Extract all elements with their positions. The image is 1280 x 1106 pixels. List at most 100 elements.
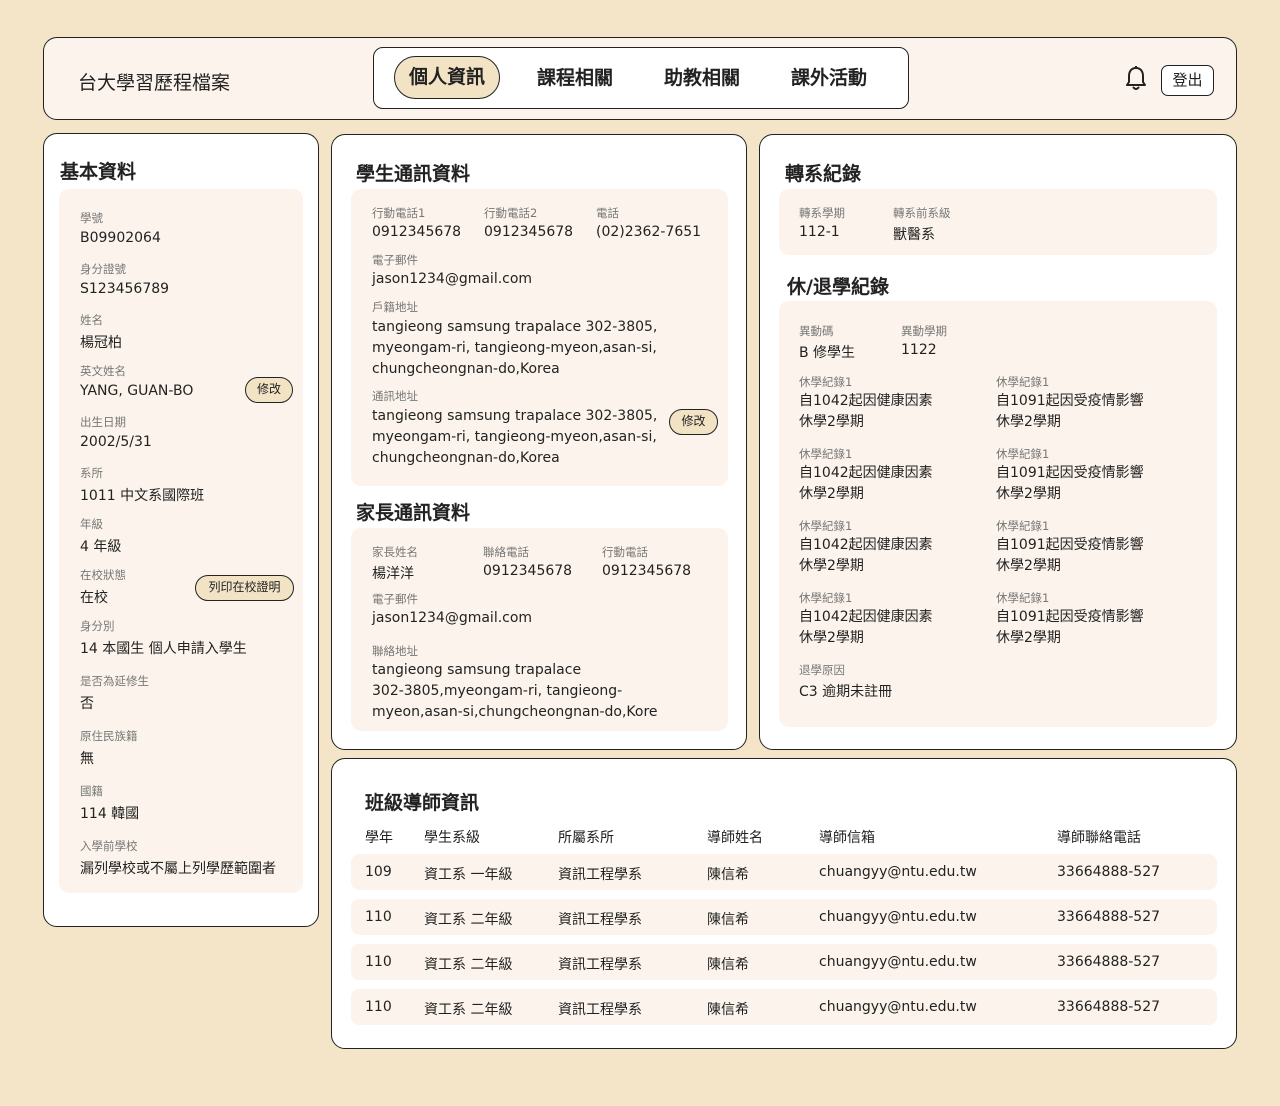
- table-cell: chuangyy@ntu.edu.tw: [819, 909, 977, 925]
- edit-english-name-button[interactable]: 修改: [245, 377, 293, 403]
- table-row: 110 資工系 二年級 資訊工程學系 陳信希 chuangyy@ntu.edu.…: [351, 989, 1217, 1025]
- table-cell: 110: [365, 909, 392, 925]
- leave-record-label: 休學紀錄1: [799, 375, 853, 389]
- table-cell: 資工系 二年級: [424, 957, 513, 973]
- table-cell: chuangyy@ntu.edu.tw: [819, 864, 977, 880]
- identity-type-value: 14 本國生 個人申請入學生: [80, 641, 247, 657]
- english-name-value: YANG, GUAN-BO: [80, 383, 194, 399]
- leave-record-value: 自1091起因受疫情影響 休學2學期: [996, 465, 1144, 502]
- table-cell: 資工系 二年級: [424, 1002, 513, 1018]
- withdraw-reason-value: C3 逾期未註冊: [799, 684, 893, 700]
- leave-record-value: 自1091起因受疫情影響 休學2學期: [996, 609, 1144, 646]
- indigenous-value: 無: [80, 751, 94, 767]
- tab-personal-info[interactable]: 個人資訊: [394, 56, 501, 99]
- tab-extracurricular[interactable]: 課外活動: [777, 56, 881, 100]
- table-row: 110 資工系 二年級 資訊工程學系 陳信希 chuangyy@ntu.edu.…: [351, 899, 1217, 935]
- field-label: 在校狀態: [80, 568, 126, 582]
- student-contact-title: 學生通訊資料: [356, 163, 471, 185]
- table-cell: 110: [365, 954, 392, 970]
- mentor-card: 班級導師資訊 學年 學生系級 所屬系所 導師姓名 導師信箱 導師聯絡電話 109…: [331, 758, 1237, 1049]
- field-label: 行動電話: [602, 545, 648, 559]
- parent-name-value: 楊洋洋: [372, 566, 414, 582]
- mobile2-value: 0912345678: [484, 224, 574, 240]
- transfer-term-value: 112-1: [799, 224, 840, 240]
- table-cell: 資訊工程學系: [558, 1002, 642, 1018]
- field-label: 身分證號: [80, 262, 126, 276]
- table-row: 109 資工系 一年級 資訊工程學系 陳信希 chuangyy@ntu.edu.…: [351, 854, 1217, 890]
- edit-address-button[interactable]: 修改: [669, 409, 718, 435]
- leave-record-value: 自1091起因受疫情影響 休學2學期: [996, 537, 1144, 574]
- leave-record-label: 休學紀錄1: [996, 375, 1050, 389]
- field-label: 聯絡電話: [483, 545, 529, 559]
- previous-school-value: 漏列學校或不屬上列學歷範圍者: [80, 861, 276, 877]
- table-cell: 110: [365, 999, 392, 1015]
- field-label: 是否為延修生: [80, 674, 149, 688]
- leave-panel: 異動碼 B 修學生 異動學期 1122 休學紀錄1 自1042起因健康因素 休學2…: [779, 301, 1217, 727]
- field-label: 姓名: [80, 313, 103, 327]
- logout-button[interactable]: 登出: [1161, 65, 1214, 96]
- tab-ta[interactable]: 助教相關: [650, 56, 754, 100]
- field-label: 電子郵件: [372, 253, 418, 267]
- table-cell: 資訊工程學系: [558, 912, 642, 928]
- table-cell: chuangyy@ntu.edu.tw: [819, 999, 977, 1015]
- field-label: 年級: [80, 517, 103, 531]
- field-label: 出生日期: [80, 415, 126, 429]
- col-header-class: 學生系級: [424, 830, 480, 846]
- table-cell: 資訊工程學系: [558, 867, 642, 883]
- grade-value: 4 年級: [80, 539, 122, 555]
- tab-courses[interactable]: 課程相關: [523, 56, 627, 100]
- leave-record-label: 休學紀錄1: [799, 447, 853, 461]
- name-value: 楊冠柏: [80, 335, 122, 351]
- household-address-value: tangieong samsung trapalace 302-3805, my…: [372, 319, 658, 377]
- transfer-prev-value: 獸醫系: [893, 227, 935, 243]
- print-enrollment-certificate-button[interactable]: 列印在校證明: [195, 575, 294, 601]
- leave-record-label: 休學紀錄1: [799, 591, 853, 605]
- table-cell: 陳信希: [707, 912, 749, 928]
- department-value: 1011 中文系國際班: [80, 488, 205, 504]
- birthdate-value: 2002/5/31: [80, 434, 152, 450]
- parent-contact-panel: 家長姓名 楊洋洋 聯絡電話 0912345678 行動電話 0912345678…: [351, 528, 728, 731]
- field-label: 系所: [80, 466, 103, 480]
- table-cell: 資工系 一年級: [424, 867, 513, 883]
- basic-info-panel: 學號 B09902064 身分證號 S123456789 姓名 楊冠柏 英文姓名…: [59, 189, 303, 893]
- parent-contact-title: 家長通訊資料: [356, 502, 471, 524]
- table-cell: 陳信希: [707, 957, 749, 973]
- field-label: 戶籍地址: [372, 300, 418, 314]
- enrollment-status-value: 在校: [80, 590, 108, 606]
- table-cell: 33664888-527: [1057, 864, 1161, 880]
- app-title: 台大學習歷程檔案: [78, 72, 231, 94]
- leave-record-value: 自1042起因健康因素 休學2學期: [799, 393, 933, 430]
- field-label: 國籍: [80, 784, 103, 798]
- table-cell: 33664888-527: [1057, 909, 1161, 925]
- table-cell: 33664888-527: [1057, 999, 1161, 1015]
- leave-record-value: 自1042起因健康因素 休學2學期: [799, 609, 933, 646]
- bell-icon[interactable]: [1124, 65, 1148, 93]
- field-label: 轉系前系級: [893, 206, 951, 220]
- col-header-dept: 所屬系所: [558, 830, 614, 846]
- field-label: 英文姓名: [80, 364, 126, 378]
- table-cell: 資訊工程學系: [558, 957, 642, 973]
- phone-value: (02)2362-7651: [596, 224, 702, 240]
- nationality-value: 114 韓國: [80, 806, 140, 822]
- basic-info-card: 基本資料 學號 B09902064 身分證號 S123456789 姓名 楊冠柏…: [43, 133, 319, 927]
- leave-record-value: 自1042起因健康因素 休學2學期: [799, 465, 933, 502]
- parent-address-value: tangieong samsung trapalace 302-3805,mye…: [372, 662, 658, 720]
- leave-record-value: 自1042起因健康因素 休學2學期: [799, 537, 933, 574]
- field-label: 通訊地址: [372, 389, 418, 403]
- field-label: 入學前學校: [80, 839, 138, 853]
- basic-info-title: 基本資料: [60, 161, 137, 183]
- parent-email-value: jason1234@gmail.com: [372, 610, 533, 626]
- leave-record-label: 休學紀錄1: [799, 519, 853, 533]
- table-cell: 33664888-527: [1057, 954, 1161, 970]
- transfer-panel: 轉系學期 112-1 轉系前系級 獸醫系: [779, 189, 1217, 255]
- col-header-mentor-name: 導師姓名: [707, 830, 763, 846]
- table-cell: 陳信希: [707, 867, 749, 883]
- extended-study-value: 否: [80, 696, 94, 712]
- leave-record-label: 休學紀錄1: [996, 447, 1050, 461]
- leave-record-label: 休學紀錄1: [996, 519, 1050, 533]
- field-label: 退學原因: [799, 663, 845, 677]
- national-id-value: S123456789: [80, 281, 170, 297]
- field-label: 異動學期: [901, 324, 947, 338]
- col-header-mentor-phone: 導師聯絡電話: [1057, 830, 1141, 846]
- email-value: jason1234@gmail.com: [372, 271, 533, 287]
